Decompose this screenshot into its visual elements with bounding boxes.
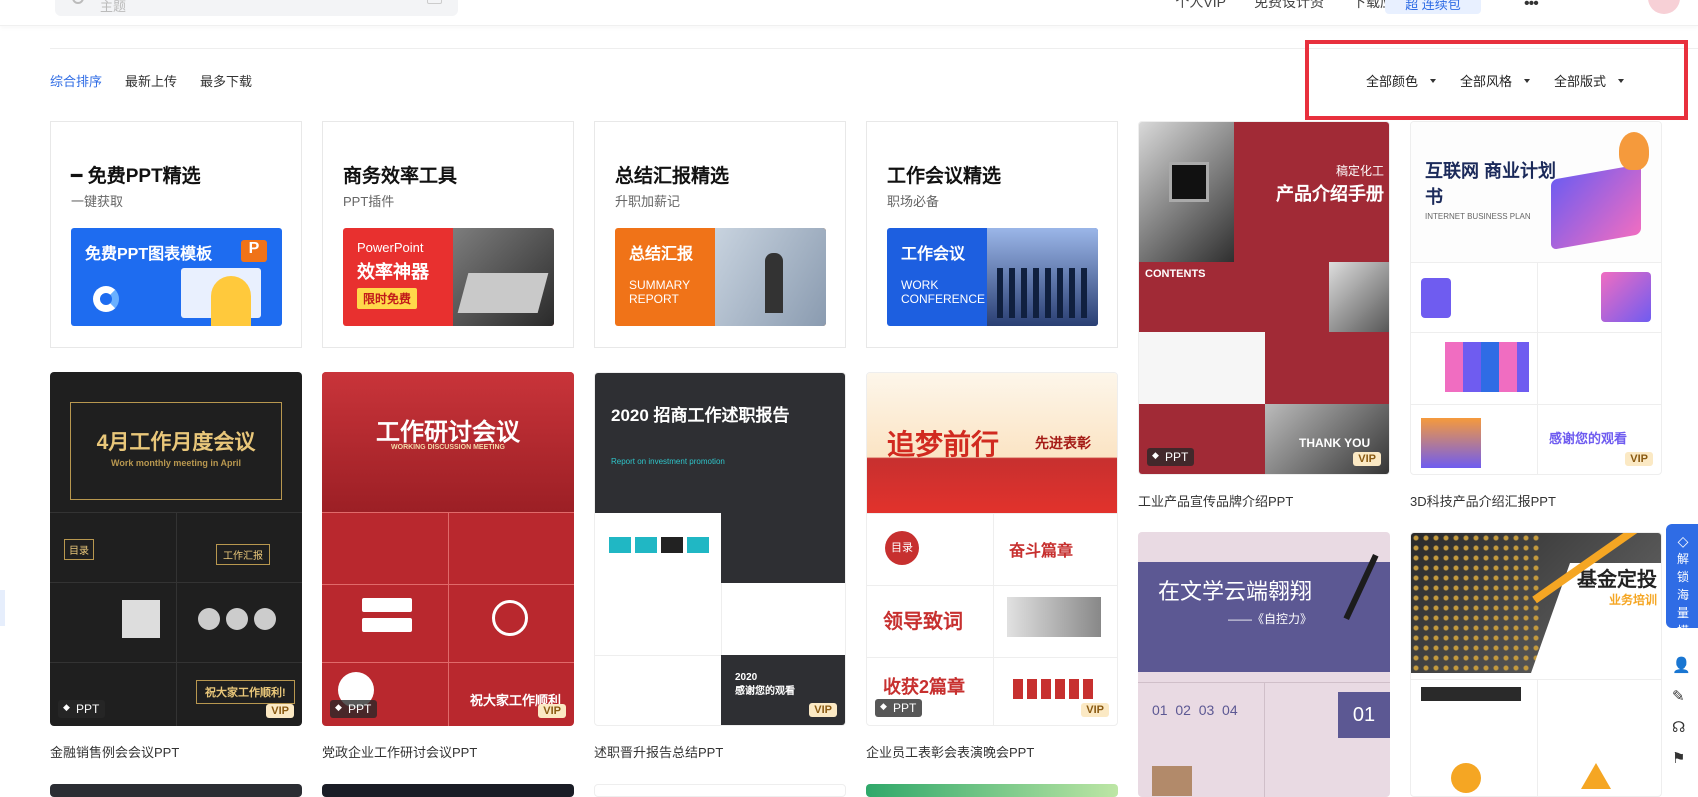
template-card-3d-tech[interactable]: 互联网 商业计划书 INTERNET BUSINESS PLAN 感谢您的观看 …	[1410, 121, 1662, 475]
template-card-fund-training[interactable]: 基金定投 业务培训	[1410, 532, 1662, 797]
apps-grid-icon[interactable]: •••	[1524, 0, 1539, 12]
vip-badge: VIP	[538, 704, 566, 718]
avatar[interactable]	[1648, 0, 1680, 14]
feature-card-banner: 总结汇报 SUMMARY REPORT	[615, 228, 826, 326]
feature-card-subtitle: PPT插件	[343, 194, 395, 209]
feature-card-business-tools[interactable]: 商务效率工具 PPT插件 PowerPoint 效率神器 限时免费	[322, 121, 574, 348]
template-cover-subtitle: 先进表彰	[1035, 435, 1091, 451]
banner-text: 工作会议	[901, 246, 966, 263]
template-cover-subtitle: Work monthly meeting in April	[110, 458, 241, 468]
tab-comprehensive[interactable]: 综合排序	[50, 71, 102, 90]
banner-text: WORK	[901, 278, 939, 292]
template-title[interactable]: 企业员工表彰会表演晚会PPT	[866, 742, 1034, 761]
feature-card-subtitle: 一键获取	[71, 194, 124, 209]
ppt-badge: PPT	[875, 699, 923, 717]
template-title[interactable]: 金融销售例会会议PPT	[50, 742, 179, 761]
search-icon	[72, 0, 84, 4]
feature-card-subtitle: 升职加薪记	[615, 194, 681, 209]
template-title[interactable]: 述职晋升报告总结PPT	[594, 742, 723, 761]
template-card-dream-pursuit[interactable]: 追梦前行 先进表彰 目录 奋斗篇章 领导致词 收获2篇章 PPT VIP	[866, 372, 1118, 726]
unlock-templates-button[interactable]: ◇ 解锁海量模板	[1666, 524, 1698, 656]
template-cover-subtitle: ——《自控力》	[1228, 612, 1313, 626]
search-input[interactable]: 主题	[55, 0, 458, 16]
template-title[interactable]: 工业产品宣传品牌介绍PPT	[1138, 491, 1293, 510]
vip-badge: VIP	[1625, 452, 1653, 466]
template-cover-title: 产品介绍手册	[1276, 184, 1384, 204]
feature-card-title: ━ 免费PPT精选	[71, 166, 201, 187]
banner-text: 效率神器	[357, 262, 429, 282]
ppt-badge: PPT	[58, 700, 106, 718]
image-search-icon[interactable]	[427, 0, 442, 4]
template-cover-title: 工作研讨会议	[376, 417, 520, 446]
banner-text: PowerPoint	[357, 240, 424, 255]
top-nav: 个人VIP 免费设计资 下载应用	[1175, 0, 1408, 12]
vip-badge: VIP	[266, 704, 294, 718]
page: 主题 个人VIP 免费设计资 下载应用 超 连续包 ••• 综合排序 最新上传 …	[0, 0, 1698, 797]
template-card-cropped[interactable]	[594, 784, 846, 797]
template-cover-subtitle: 业务培训	[1608, 593, 1657, 607]
ppt-badge: PPT	[1147, 448, 1195, 466]
top-header: 主题 个人VIP 免费设计资 下载应用 超 连续包 •••	[0, 0, 1698, 26]
feature-card-banner: PowerPoint 效率神器 限时免费	[343, 228, 554, 326]
template-card-cropped[interactable]	[50, 784, 302, 797]
vip-badge: VIP	[1353, 452, 1381, 466]
banner-text: REPORT	[629, 292, 679, 306]
nav-link-free[interactable]: 免费设计资	[1254, 0, 1324, 12]
feature-card-subtitle: 职场必备	[887, 194, 940, 209]
headset-icon[interactable]: ☊	[1672, 718, 1691, 736]
template-cover-subtitle: WORKING DISCUSSION MEETING	[391, 444, 505, 451]
template-card-cropped[interactable]	[322, 784, 574, 797]
template-title[interactable]: 党政企业工作研讨会议PPT	[322, 742, 477, 761]
template-cover-subtitle: INTERNET BUSINESS PLAN	[1425, 212, 1531, 221]
feature-card-summary-report[interactable]: 总结汇报精选 升职加薪记 总结汇报 SUMMARY REPORT	[594, 121, 846, 348]
unlock-label: 解锁海量模板	[1676, 552, 1689, 656]
banner-tag: 限时免费	[357, 288, 418, 309]
side-toolbar: 👤 ✎ ☊ ⚑	[1672, 656, 1691, 767]
banner-text: 免费PPT图表模板	[85, 246, 213, 263]
template-cover-title: 互联网 商业计划书	[1425, 161, 1557, 207]
ppt-badge: PPT	[330, 700, 378, 718]
left-edge-tab[interactable]	[0, 590, 5, 626]
feature-card-title: 商务效率工具	[343, 166, 458, 187]
vip-badge: VIP	[1081, 703, 1109, 717]
highlight-annotation-box	[1305, 40, 1688, 120]
template-card-finance-meeting[interactable]: 4月工作月度会议 Work monthly meeting in April 目…	[50, 372, 302, 726]
template-cover-title: 2020 招商工作述职报告	[611, 406, 790, 425]
user-icon[interactable]: 👤	[1672, 656, 1691, 674]
diamond-icon: ◇	[1677, 533, 1689, 549]
nav-link-vip[interactable]: 个人VIP	[1175, 0, 1226, 12]
banner-text: 总结汇报	[629, 246, 694, 263]
template-cover-title: 追梦前行	[887, 428, 1000, 461]
search-placeholder: 主题	[100, 0, 127, 14]
template-cover-title: 在文学云端翱翔	[1158, 580, 1313, 605]
template-cover-subtitle: 稿定化工	[1335, 164, 1384, 178]
feature-card-title: 工作会议精选	[887, 166, 1002, 187]
banner-text: SUMMARY	[629, 278, 691, 292]
template-title[interactable]: 3D科技产品介绍汇报PPT	[1410, 491, 1556, 510]
template-card-2020-report[interactable]: 2020 招商工作述职报告 Report on investment promo…	[594, 372, 846, 726]
template-card-party-meeting[interactable]: 工作研讨会议 WORKING DISCUSSION MEETING 祝大家工作顺…	[322, 372, 574, 726]
feature-card-banner: 工作会议 WORK CONFERENCE	[887, 228, 1098, 326]
sort-tabs: 综合排序 最新上传 最多下载	[50, 71, 252, 90]
banner-text: CONFERENCE	[901, 292, 986, 306]
tab-latest[interactable]: 最新上传	[125, 71, 177, 90]
template-cover-subtitle: Report on investment promotion	[611, 457, 725, 466]
feature-card-free-ppt[interactable]: ━ 免费PPT精选 一键获取 免费PPT图表模板 P	[50, 121, 302, 348]
vip-button[interactable]: 超 连续包	[1385, 0, 1481, 14]
feature-card-banner: 免费PPT图表模板 P	[71, 228, 282, 326]
edit-icon[interactable]: ✎	[1672, 687, 1691, 705]
template-card-literature[interactable]: 在文学云端翱翔 ——《自控力》 01 02 03 04 01	[1138, 532, 1390, 797]
template-card-industrial-product[interactable]: 稿定化工 产品介绍手册 CONTENTS THANK YOU PPT VIP	[1138, 121, 1390, 475]
feedback-icon[interactable]: ⚑	[1672, 749, 1691, 767]
tab-most-downloaded[interactable]: 最多下载	[200, 71, 252, 90]
feature-card-work-meeting[interactable]: 工作会议精选 职场必备 工作会议 WORK CONFERENCE	[866, 121, 1118, 348]
feature-card-title: 总结汇报精选	[615, 166, 730, 187]
template-cover-title: 4月工作月度会议	[96, 431, 256, 454]
vip-badge: VIP	[809, 703, 837, 717]
template-card-cropped[interactable]	[866, 784, 1118, 797]
